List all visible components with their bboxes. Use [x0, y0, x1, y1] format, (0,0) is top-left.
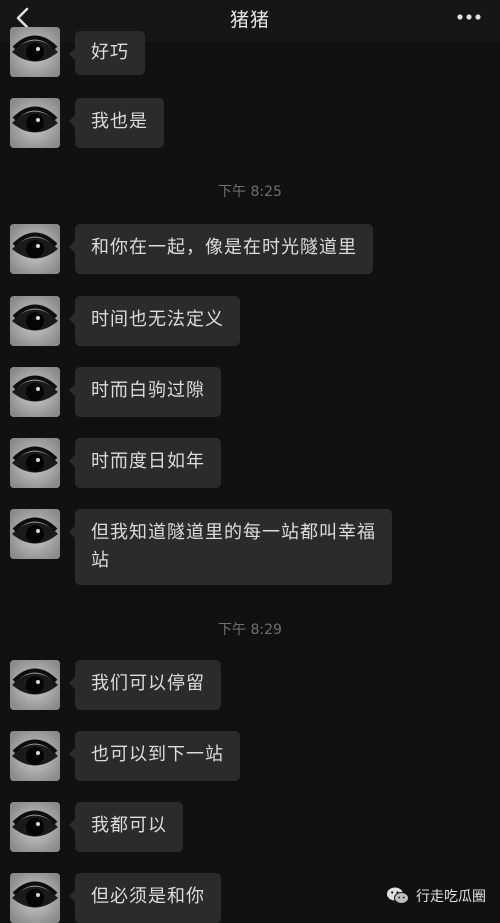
message-bubble[interactable]: 也可以到下一站: [69, 731, 240, 781]
avatar[interactable]: [10, 98, 60, 148]
message-bubble[interactable]: 我也是: [69, 98, 164, 148]
timestamp: 下午 8:25: [218, 184, 282, 200]
message-text: 但必须是和你: [91, 886, 205, 907]
message-text: 我也是: [91, 111, 148, 132]
timestamp: 下午 8:29: [218, 622, 282, 638]
avatar[interactable]: [10, 367, 60, 417]
avatar[interactable]: [10, 873, 60, 923]
message-text: 好巧: [91, 42, 129, 63]
avatar[interactable]: [10, 27, 60, 77]
message-text: 时而度日如年: [91, 451, 205, 472]
message-bubble[interactable]: 好巧: [69, 31, 145, 75]
avatar[interactable]: [10, 802, 60, 852]
wechat-icon: [387, 887, 409, 904]
watermark-text: 行走吃瓜圈: [416, 889, 486, 905]
message-text: 也可以到下一站: [91, 744, 224, 765]
message-bubble[interactable]: 和你在一起，像是在时光隧道里: [69, 224, 373, 274]
message-text: 我都可以: [91, 815, 167, 836]
watermark: 行走吃瓜圈: [386, 884, 486, 908]
more-dots-icon[interactable]: [456, 10, 482, 24]
avatar[interactable]: [10, 660, 60, 710]
avatar[interactable]: [10, 509, 60, 559]
message-bubble[interactable]: 时而白驹过隙: [69, 367, 221, 417]
avatar[interactable]: [10, 731, 60, 781]
message-text-line: 但我知道隧道里的每一站都叫幸福: [91, 522, 376, 543]
message-bubble[interactable]: 我们可以停留: [69, 660, 221, 710]
message-bubble[interactable]: 但必须是和你: [69, 873, 221, 923]
message-bubble[interactable]: 我都可以: [69, 802, 183, 852]
avatar[interactable]: [10, 438, 60, 488]
message-bubble[interactable]: 时而度日如年: [69, 438, 221, 488]
message-text: 时间也无法定义: [91, 309, 224, 330]
avatar[interactable]: [10, 224, 60, 274]
avatar[interactable]: [10, 296, 60, 346]
message-text-line: 站: [91, 550, 110, 571]
message-text: 我们可以停留: [91, 673, 205, 694]
message-text: 和你在一起，像是在时光隧道里: [91, 237, 357, 258]
message-bubble[interactable]: 但我知道隧道里的每一站都叫幸福 站: [69, 509, 392, 585]
chat-title: 猪猪: [229, 9, 270, 31]
message-bubble[interactable]: 时间也无法定义: [69, 296, 240, 346]
message-text: 时而白驹过隙: [91, 380, 205, 401]
